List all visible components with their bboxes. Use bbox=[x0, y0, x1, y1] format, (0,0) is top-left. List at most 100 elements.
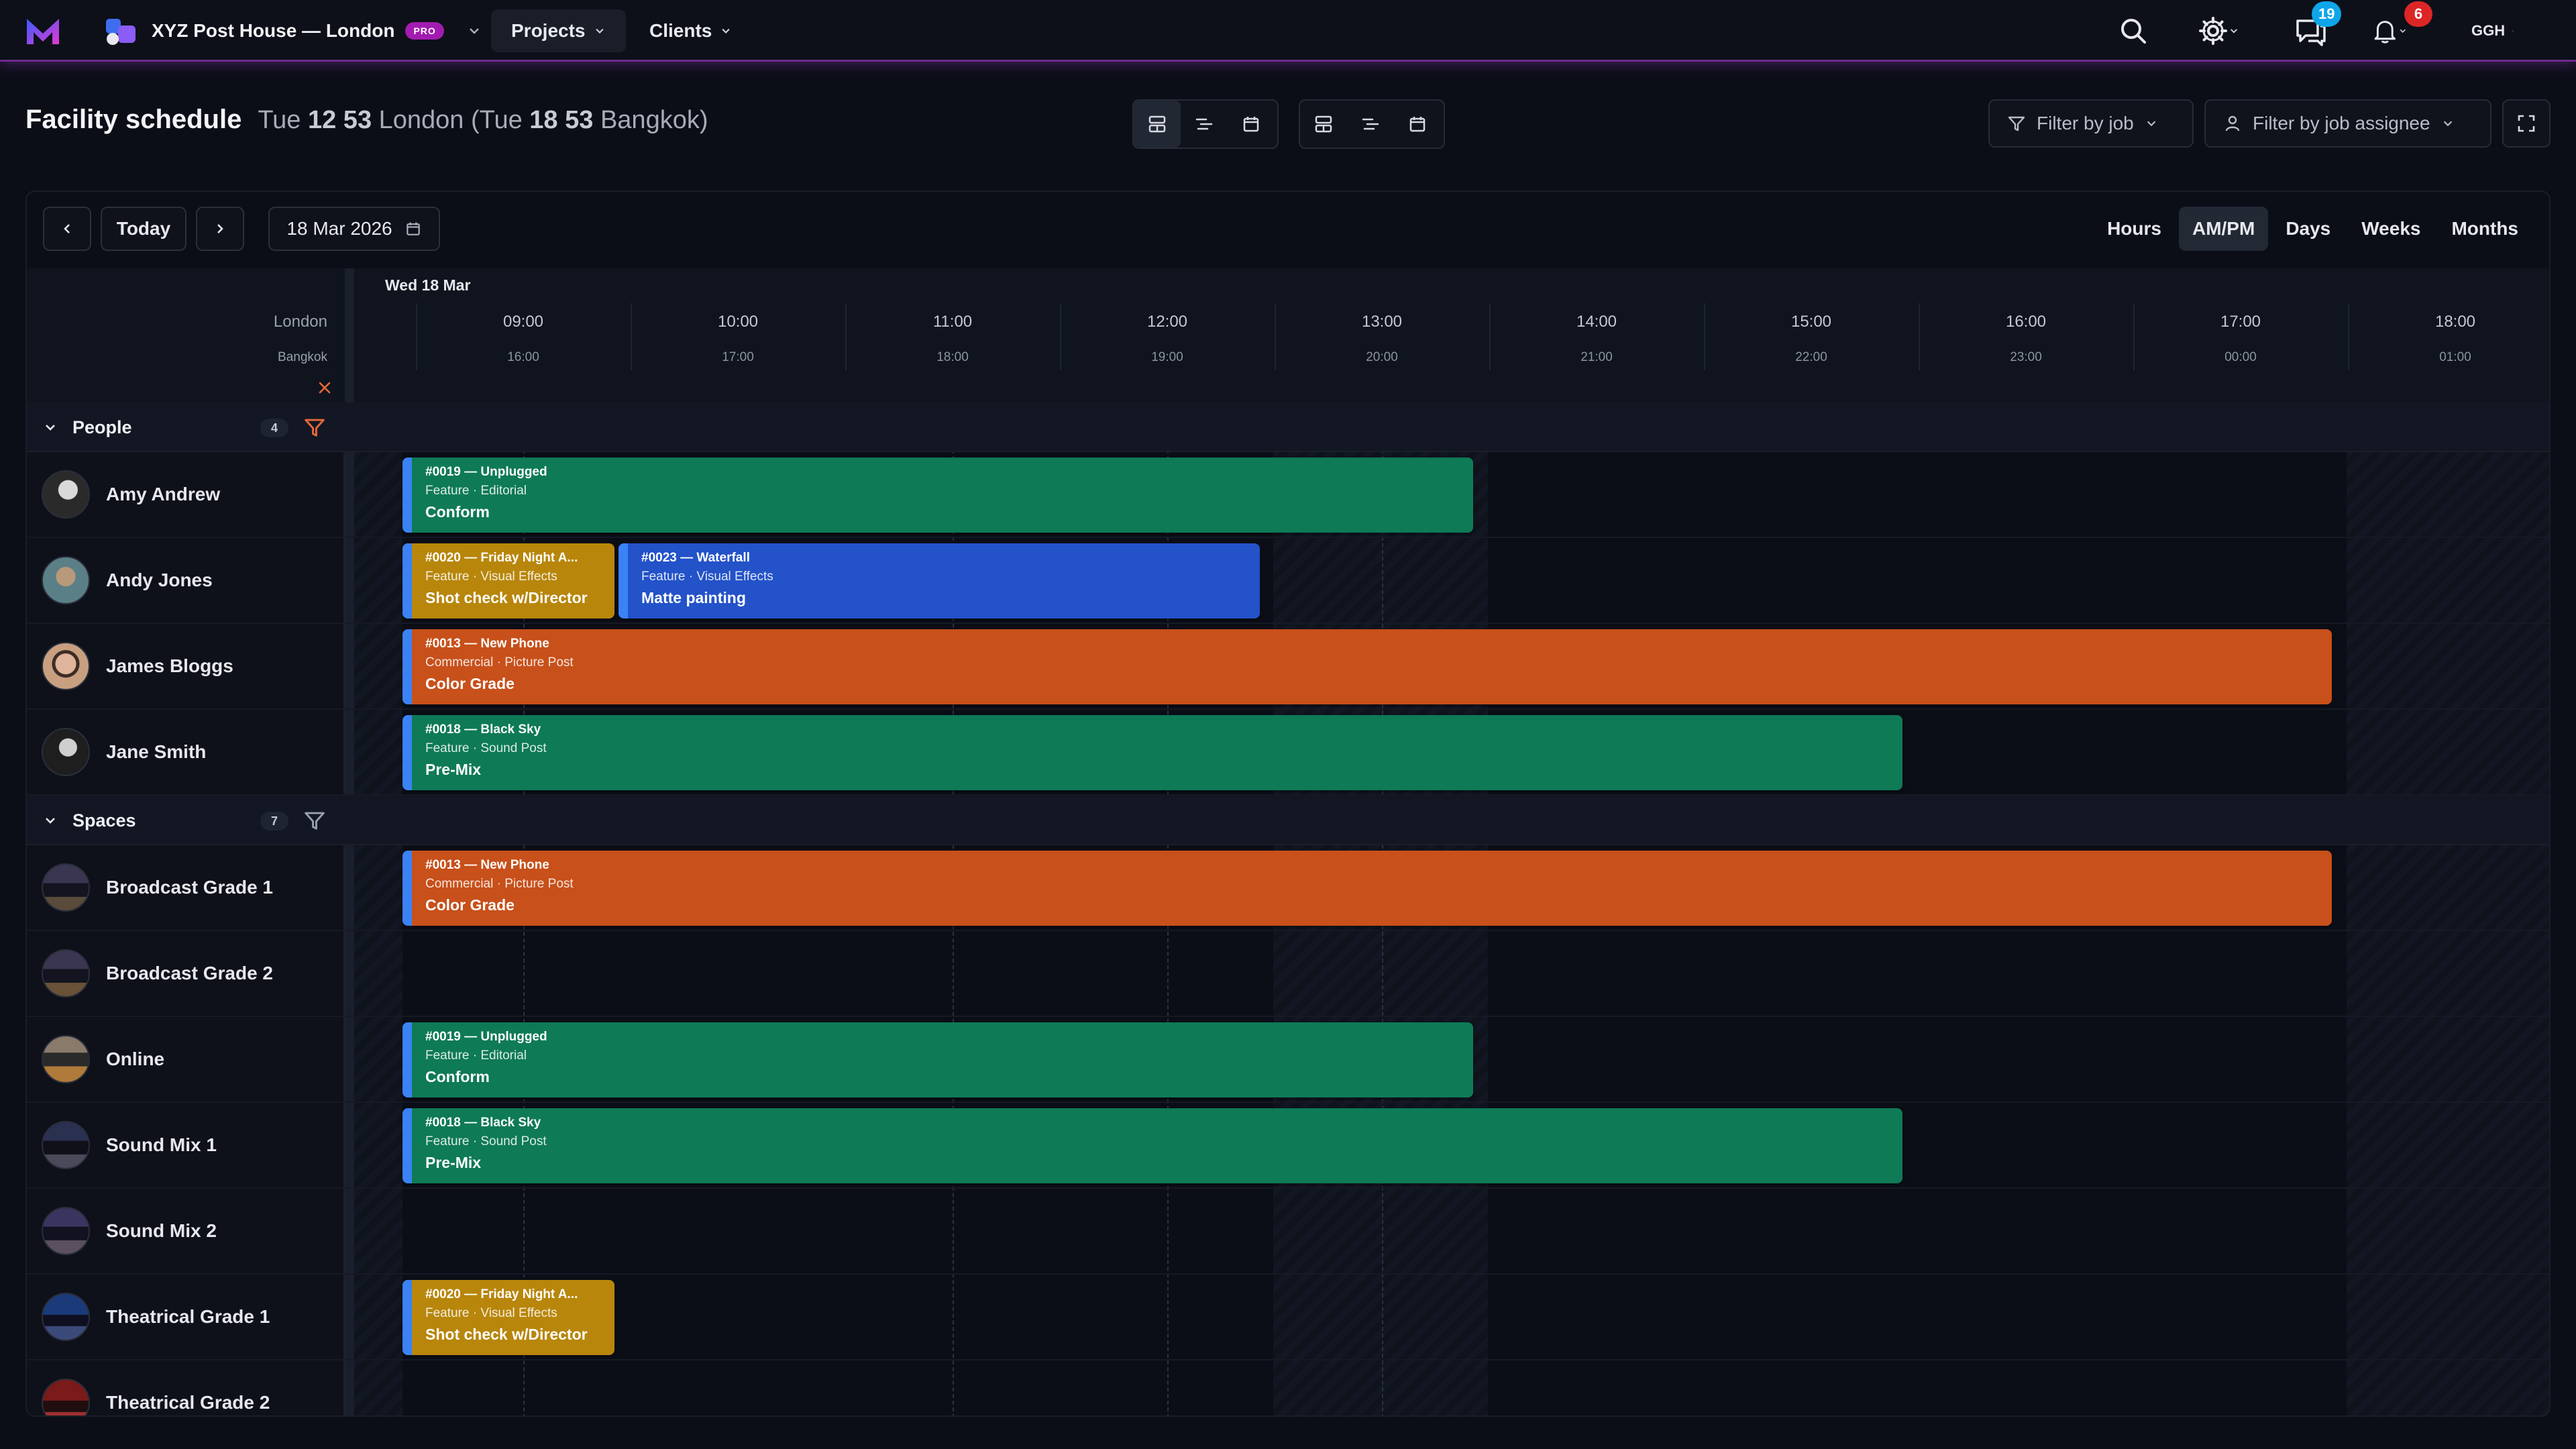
event-task: Conform bbox=[425, 503, 490, 521]
fullscreen-button[interactable] bbox=[2502, 99, 2551, 148]
spaces-count: 7 bbox=[260, 812, 288, 830]
chevron-right-icon bbox=[217, 224, 223, 233]
space-online[interactable]: Online bbox=[42, 1017, 164, 1102]
event-category: Commercial · Picture Post bbox=[425, 877, 574, 891]
space-name: Online bbox=[106, 1049, 165, 1069]
schedule-event[interactable]: #0013 — New Phone Commercial · Picture Po… bbox=[402, 629, 2332, 704]
person-name: James Bloggs bbox=[106, 655, 233, 676]
tab-am-pm[interactable]: AM/PM bbox=[2178, 207, 2269, 251]
page-header: Facility schedule Tue 12 53 London (Tue … bbox=[25, 105, 708, 142]
calendar-icon bbox=[406, 222, 420, 235]
view-gantt-alt-button[interactable] bbox=[1347, 101, 1394, 148]
nav-clients[interactable]: Clients bbox=[629, 9, 752, 52]
settings-gear-icon[interactable] bbox=[2195, 15, 2242, 47]
event-task: Matte painting bbox=[641, 589, 746, 606]
view-calendar-button[interactable] bbox=[1228, 101, 1275, 148]
schedule-event[interactable]: #0019 — Unplugged Feature · Editorial Conf… bbox=[402, 458, 1473, 533]
event-task: Shot check w/Director bbox=[425, 1326, 588, 1343]
person-name: Amy Andrew bbox=[106, 484, 221, 504]
filter-by-job-button[interactable]: Filter by job bbox=[1988, 99, 2194, 148]
expand-icon bbox=[2518, 115, 2535, 132]
room-thumbnail bbox=[42, 949, 90, 998]
event-category: Feature · Visual Effects bbox=[641, 570, 773, 584]
nav-projects[interactable]: Projects bbox=[491, 9, 626, 52]
remote-city: Bangkok) bbox=[600, 106, 708, 134]
chevron-down-icon bbox=[2400, 29, 2406, 33]
space-sound-mix-2[interactable]: Sound Mix 2 bbox=[42, 1189, 217, 1273]
timezone-header: London Bangkok bbox=[27, 268, 345, 402]
rows-layout-icon bbox=[1148, 115, 1166, 133]
schedule-event[interactable]: #0020 — Friday Night A... Feature · Visua… bbox=[402, 543, 614, 619]
person-jane-smith[interactable]: Jane Smith bbox=[42, 710, 206, 794]
tab-hours[interactable]: Hours bbox=[2094, 207, 2175, 251]
space-theatrical-grade-1[interactable]: Theatrical Grade 1 bbox=[42, 1275, 270, 1359]
section-spaces-toggle[interactable]: Spaces bbox=[43, 796, 136, 845]
view-rows-alt-button[interactable] bbox=[1300, 101, 1347, 148]
event-category: Feature · Sound Post bbox=[425, 741, 547, 755]
event-task: Pre-Mix bbox=[425, 761, 482, 778]
spaces-filter-funnel-icon[interactable] bbox=[303, 809, 326, 832]
people-filter-funnel-icon[interactable] bbox=[303, 416, 326, 439]
avatar bbox=[42, 556, 90, 604]
space-broadcast-grade-2[interactable]: Broadcast Grade 2 bbox=[42, 931, 273, 1016]
user-menu[interactable]: GGH bbox=[2471, 17, 2514, 44]
person-james-bloggs[interactable]: James Bloggs bbox=[42, 624, 233, 708]
space-sound-mix-1[interactable]: Sound Mix 1 bbox=[42, 1103, 217, 1187]
chevron-down-icon bbox=[46, 818, 55, 824]
event-title: #0019 — Unplugged bbox=[425, 1030, 547, 1044]
schedule-event[interactable]: #0019 — Unplugged Feature · Editorial Conf… bbox=[402, 1022, 1473, 1097]
room-thumbnail bbox=[42, 1207, 90, 1255]
today-label: Today bbox=[116, 218, 171, 239]
tab-days[interactable]: Days bbox=[2272, 207, 2344, 251]
schedule-event[interactable]: #0013 — New Phone Commercial · Picture Po… bbox=[402, 851, 2332, 926]
person-amy-andrew[interactable]: Amy Andrew bbox=[42, 452, 220, 537]
user-initials: GGH bbox=[2471, 22, 2506, 39]
plan-badge: PRO bbox=[405, 22, 444, 40]
space-name: Theatrical Grade 2 bbox=[106, 1392, 270, 1413]
tab-weeks[interactable]: Weeks bbox=[2348, 207, 2434, 251]
time-day: Tue bbox=[258, 106, 301, 134]
event-title: #0018 — Black Sky bbox=[425, 722, 541, 737]
event-task: Pre-Mix bbox=[425, 1154, 482, 1171]
section-spaces-label: Spaces bbox=[72, 810, 136, 830]
view-calendar-alt-button[interactable] bbox=[1394, 101, 1441, 148]
event-title: #0018 — Black Sky bbox=[425, 1116, 541, 1130]
tab-months[interactable]: Months bbox=[2438, 207, 2532, 251]
schedule-grid: London Bangkok Wed 18 Mar 09:00 16:00 10:0… bbox=[27, 268, 2549, 1415]
chevron-down-icon bbox=[2147, 121, 2155, 127]
filter-by-assignee-button[interactable]: Filter by job assignee bbox=[2204, 99, 2491, 148]
close-icon[interactable] bbox=[317, 380, 333, 396]
space-broadcast-grade-1[interactable]: Broadcast Grade 1 bbox=[42, 845, 273, 930]
view-gantt-button[interactable] bbox=[1181, 101, 1228, 148]
section-people-toggle[interactable]: People bbox=[43, 402, 132, 452]
filter-by-job-label: Filter by job bbox=[2037, 113, 2134, 133]
space-name: Theatrical Grade 1 bbox=[106, 1306, 270, 1327]
view-rows-button[interactable] bbox=[1134, 101, 1181, 148]
person-andy-jones[interactable]: Andy Jones bbox=[42, 538, 213, 623]
remote-time: 18 53 bbox=[529, 106, 594, 134]
space-theatrical-grade-2[interactable]: Theatrical Grade 2 bbox=[42, 1360, 270, 1415]
event-task: Conform bbox=[425, 1068, 490, 1085]
event-category: Feature · Editorial bbox=[425, 484, 527, 498]
page-title: Facility schedule bbox=[25, 105, 242, 134]
search-icon[interactable] bbox=[2116, 15, 2151, 47]
app-logo-icon[interactable] bbox=[24, 15, 62, 47]
notifications-bell-icon[interactable] bbox=[2372, 15, 2407, 47]
chevron-down-icon bbox=[722, 28, 731, 34]
next-button[interactable] bbox=[196, 207, 244, 251]
schedule-event[interactable]: #0018 — Black Sky Feature · Sound Post Pre… bbox=[402, 715, 1902, 790]
person-icon bbox=[2225, 115, 2240, 131]
schedule-panel: Today 18 Mar 2026 Hours AM/PM Days Weeks… bbox=[25, 191, 2551, 1417]
schedule-event[interactable]: #0020 — Friday Night A... Feature · Visua… bbox=[402, 1280, 614, 1355]
date-picker[interactable]: 18 Mar 2026 bbox=[268, 207, 440, 251]
event-task: Shot check w/Director bbox=[425, 589, 588, 606]
local-time: 12 53 bbox=[307, 106, 372, 134]
today-button[interactable]: Today bbox=[101, 207, 186, 251]
schedule-event[interactable]: #0023 — Waterfall Feature · Visual Effect… bbox=[619, 543, 1260, 619]
people-count: 4 bbox=[260, 419, 288, 437]
previous-button[interactable] bbox=[43, 207, 91, 251]
organization-switcher[interactable]: XYZ Post House — London PRO bbox=[103, 16, 482, 46]
event-category: Feature · Editorial bbox=[425, 1049, 527, 1063]
schedule-event[interactable]: #0018 — Black Sky Feature · Sound Post Pre… bbox=[402, 1108, 1902, 1183]
rows-layout-icon bbox=[1315, 115, 1332, 133]
